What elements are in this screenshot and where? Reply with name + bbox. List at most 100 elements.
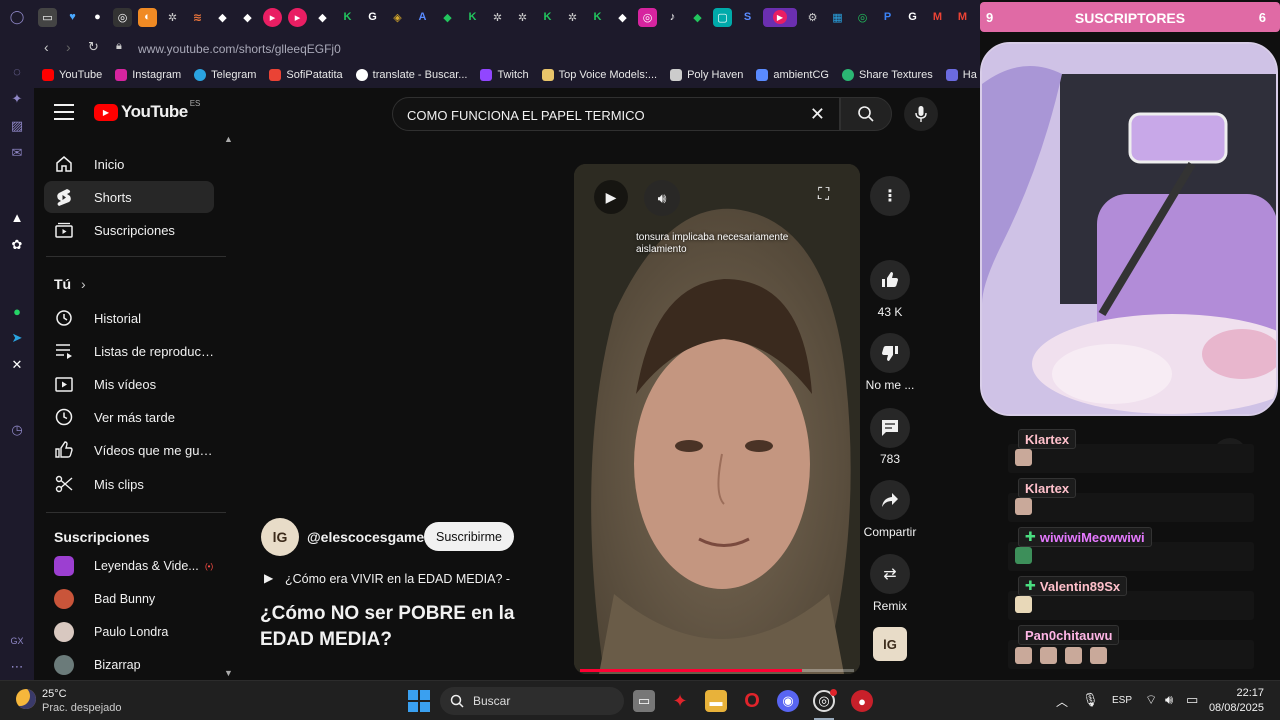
- tab-icon[interactable]: ♪: [663, 8, 682, 27]
- sub-paulo-londra[interactable]: Paulo Londra: [44, 618, 224, 646]
- file-explorer-icon[interactable]: ▬: [705, 690, 727, 712]
- nav-mis-videos[interactable]: Mis vídeos: [44, 368, 214, 400]
- chat-username[interactable]: ✚ wiwiwiMeowwiwi: [1018, 527, 1152, 547]
- tab-icon[interactable]: P: [878, 8, 897, 27]
- tab-icon[interactable]: K: [538, 8, 557, 27]
- tab-icon[interactable]: ◎: [853, 8, 872, 27]
- bookmark-share-textures[interactable]: Share Textures: [841, 69, 933, 81]
- tab-icon[interactable]: A: [413, 8, 432, 27]
- chatgpt-icon[interactable]: ✿: [8, 236, 26, 254]
- taskbar-search[interactable]: Buscar: [440, 687, 624, 715]
- battery-icon[interactable]: ▭: [1186, 692, 1198, 708]
- nav-ver-mas-tarde[interactable]: Ver más tarde: [44, 401, 214, 433]
- tab-icon[interactable]: ◆: [613, 8, 632, 27]
- more-options-button[interactable]: ⋮: [870, 176, 910, 216]
- youtube-logo[interactable]: ▶ YouTube ES: [94, 99, 200, 122]
- input-language[interactable]: ESP: [1112, 695, 1132, 706]
- volume-icon[interactable]: 🔊︎: [1165, 692, 1173, 708]
- you-section-header[interactable]: Tú ›: [54, 276, 86, 292]
- clock-time[interactable]: 22:17: [1212, 687, 1264, 699]
- sub-bizarrap[interactable]: Bizarrap: [44, 651, 224, 679]
- tab-icon[interactable]: ≋: [188, 8, 207, 27]
- bookmark-translate[interactable]: translate - Buscar...: [355, 69, 467, 81]
- sub-leyendas[interactable]: Leyendas & Vide... (•): [44, 552, 224, 580]
- subscribe-button[interactable]: Suscribirme: [424, 522, 514, 551]
- play-button[interactable]: ▶: [594, 180, 628, 214]
- tab-icon[interactable]: ◆: [688, 8, 707, 27]
- bookmark-instagram[interactable]: Instagram: [115, 69, 181, 81]
- tab-icon[interactable]: ✲: [513, 8, 532, 27]
- aria-icon[interactable]: ◌: [8, 62, 26, 80]
- whatsapp-icon[interactable]: ●: [8, 302, 26, 320]
- tab-icon[interactable]: ◆: [438, 8, 457, 27]
- playlist-link[interactable]: ¿Cómo era VIVIR en la EDAD MEDIA? -: [285, 572, 510, 586]
- tab-icon[interactable]: ◆: [238, 8, 257, 27]
- search-button[interactable]: [840, 97, 892, 131]
- wifi-icon[interactable]: ⌔: [1145, 692, 1157, 708]
- tab-icon[interactable]: ●: [88, 8, 107, 27]
- remix-button[interactable]: ⇄: [870, 554, 910, 594]
- tab-icon[interactable]: ◎: [638, 7, 657, 27]
- app-icon[interactable]: ✦: [669, 690, 691, 712]
- dislike-button[interactable]: [870, 333, 910, 373]
- like-button[interactable]: [870, 260, 910, 300]
- tab-icon[interactable]: ◆: [313, 8, 332, 27]
- reload-icon[interactable]: ↻: [88, 39, 99, 55]
- nav-suscripciones[interactable]: Suscripciones: [44, 214, 214, 246]
- weather-description[interactable]: Prac. despejado: [42, 702, 122, 714]
- x-icon[interactable]: ✕: [8, 356, 26, 374]
- chat-username[interactable]: ✚ Valentin89Sx: [1018, 576, 1128, 596]
- tab-icon[interactable]: ⚙: [803, 8, 822, 27]
- show-hidden-icons[interactable]: ︿: [1056, 693, 1068, 710]
- nav-historial[interactable]: Historial: [44, 302, 214, 334]
- fullscreen-icon[interactable]: ⛶: [818, 186, 829, 204]
- tab-icon[interactable]: K: [338, 8, 357, 27]
- discord-icon[interactable]: ◉: [777, 690, 799, 712]
- bookmark-youtube[interactable]: YouTube: [42, 69, 102, 81]
- progress-bar[interactable]: [580, 669, 854, 672]
- workspace-icon[interactable]: ✦: [8, 90, 26, 108]
- start-button[interactable]: [408, 690, 430, 712]
- opera-logo-icon[interactable]: ◯: [8, 8, 26, 26]
- tab-icon[interactable]: ◐: [138, 7, 157, 27]
- bookmark-top-voice-models[interactable]: Top Voice Models:...: [541, 69, 657, 81]
- gx-icon[interactable]: GX: [8, 632, 26, 650]
- weather-temperature[interactable]: 25°C: [42, 688, 67, 700]
- sub-bad-bunny[interactable]: Bad Bunny: [44, 585, 224, 613]
- weather-icon[interactable]: [16, 689, 36, 709]
- share-button[interactable]: [870, 480, 910, 520]
- scroll-down-icon[interactable]: ▼: [224, 668, 233, 678]
- task-view-icon[interactable]: ▭: [633, 690, 655, 712]
- tab-icon[interactable]: ▭: [38, 7, 57, 27]
- tab-icon[interactable]: ▢: [713, 7, 732, 27]
- short-video-player[interactable]: ▶ 🔊︎ ⛶ tonsura implicaba necesariamente …: [574, 164, 860, 674]
- tab-icon[interactable]: M: [928, 8, 947, 27]
- history-icon[interactable]: ◷: [8, 421, 26, 439]
- tab-icon[interactable]: ◆: [213, 8, 232, 27]
- bookmark-twitch[interactable]: Twitch: [480, 69, 529, 81]
- search-input[interactable]: COMO FUNCIONA EL PAPEL TERMICO ✕: [392, 97, 840, 131]
- bookmark-truncated[interactable]: Ha: [945, 69, 977, 81]
- forward-icon[interactable]: ›: [66, 39, 71, 55]
- bookmark-ambientcg[interactable]: ambientCG: [756, 69, 829, 81]
- nav-videos-que-me-gustan[interactable]: Vídeos que me gus...: [44, 434, 214, 466]
- tab-icon[interactable]: K: [588, 8, 607, 27]
- tab-icon[interactable]: ▸: [288, 7, 307, 27]
- nav-listas[interactable]: Listas de reproducc...: [44, 335, 214, 367]
- more-icon[interactable]: ⋯: [8, 658, 26, 676]
- tab-icon[interactable]: ♥: [63, 8, 82, 27]
- tab-icon[interactable]: G: [903, 8, 922, 27]
- tab-icon[interactable]: M: [953, 8, 972, 27]
- voice-search-button[interactable]: [904, 97, 938, 131]
- tab-icon[interactable]: ✲: [163, 8, 182, 27]
- volume-button[interactable]: 🔊︎: [644, 180, 680, 216]
- active-tab[interactable]: ▶: [763, 7, 797, 27]
- chat-username[interactable]: Klartex: [1018, 429, 1077, 449]
- clock-date[interactable]: 08/08/2025: [1206, 702, 1264, 714]
- tab-icon[interactable]: ◈: [388, 8, 407, 27]
- nav-mis-clips[interactable]: Mis clips: [44, 468, 214, 500]
- comments-button[interactable]: [870, 408, 910, 448]
- tab-icon[interactable]: ◎: [113, 7, 132, 27]
- tab-icon[interactable]: ▦: [828, 8, 847, 27]
- channel-avatar[interactable]: lG: [261, 518, 299, 556]
